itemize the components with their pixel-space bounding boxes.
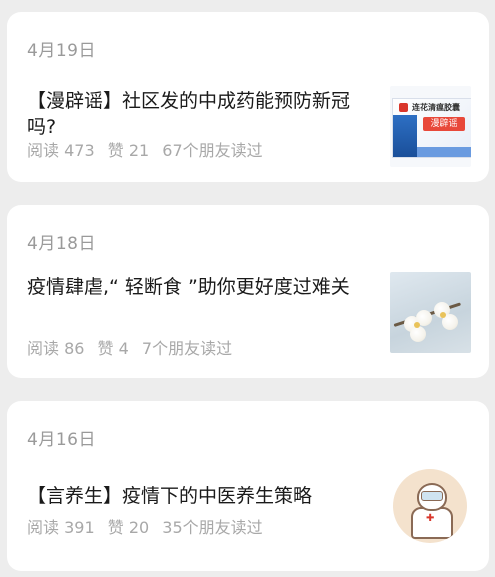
article-card[interactable]: 4月18日 疫情肆虐,“ 轻断食 ”助你更好度过难关 阅读 86 赞 4 7个朋…	[7, 205, 489, 378]
like-count: 赞 20	[107, 518, 150, 537]
article-thumbnail[interactable]: ✚	[393, 469, 467, 543]
article-title[interactable]: 【漫辟谣】社区发的中成药能预防新冠吗?	[27, 88, 377, 140]
article-stats: 阅读 86 赞 4 7个朋友读过	[27, 335, 240, 359]
article-stats: 阅读 473 赞 21 67个朋友读过	[27, 137, 271, 161]
article-stats: 阅读 391 赞 20 35个朋友读过	[27, 514, 271, 538]
read-count: 阅读 473	[27, 141, 95, 160]
blossom-center	[414, 322, 420, 328]
article-card[interactable]: 4月19日 【漫辟谣】社区发的中成药能预防新冠吗? 阅读 473 赞 21 67…	[7, 12, 489, 182]
article-thumbnail[interactable]	[390, 272, 471, 353]
article-title[interactable]: 【言养生】疫情下的中医养生策略	[27, 483, 377, 509]
read-count: 阅读 391	[27, 518, 95, 537]
blossom-flower	[410, 326, 426, 342]
like-count: 赞 21	[107, 141, 150, 160]
friends-read: 67个朋友读过	[162, 141, 263, 160]
article-date: 4月16日	[27, 430, 96, 450]
friends-read: 7个朋友读过	[141, 339, 233, 358]
blossom-center	[440, 312, 446, 318]
box-tag-label: 漫辟谣	[423, 117, 465, 131]
article-title[interactable]: 疫情肆虐,“ 轻断食 ”助你更好度过难关	[27, 274, 377, 300]
box-stripe	[417, 147, 471, 157]
article-date: 4月19日	[27, 41, 96, 61]
box-brand-text: 连花清瘟胶囊	[412, 103, 460, 112]
read-count: 阅读 86	[27, 339, 85, 358]
medicine-box-image: 连花清瘟胶囊 漫辟谣	[392, 98, 471, 158]
brand-logo-icon	[399, 103, 408, 112]
box-decoration	[393, 115, 417, 157]
article-card[interactable]: 4月16日 【言养生】疫情下的中医养生策略 阅读 391 赞 20 35个朋友读…	[7, 401, 489, 571]
article-date: 4月18日	[27, 234, 96, 254]
friends-read: 35个朋友读过	[162, 518, 263, 537]
article-thumbnail[interactable]: 连花清瘟胶囊 漫辟谣	[390, 86, 471, 167]
medical-cross-icon: ✚	[426, 513, 435, 524]
like-count: 赞 4	[97, 339, 129, 358]
face-shield-icon	[421, 491, 443, 501]
